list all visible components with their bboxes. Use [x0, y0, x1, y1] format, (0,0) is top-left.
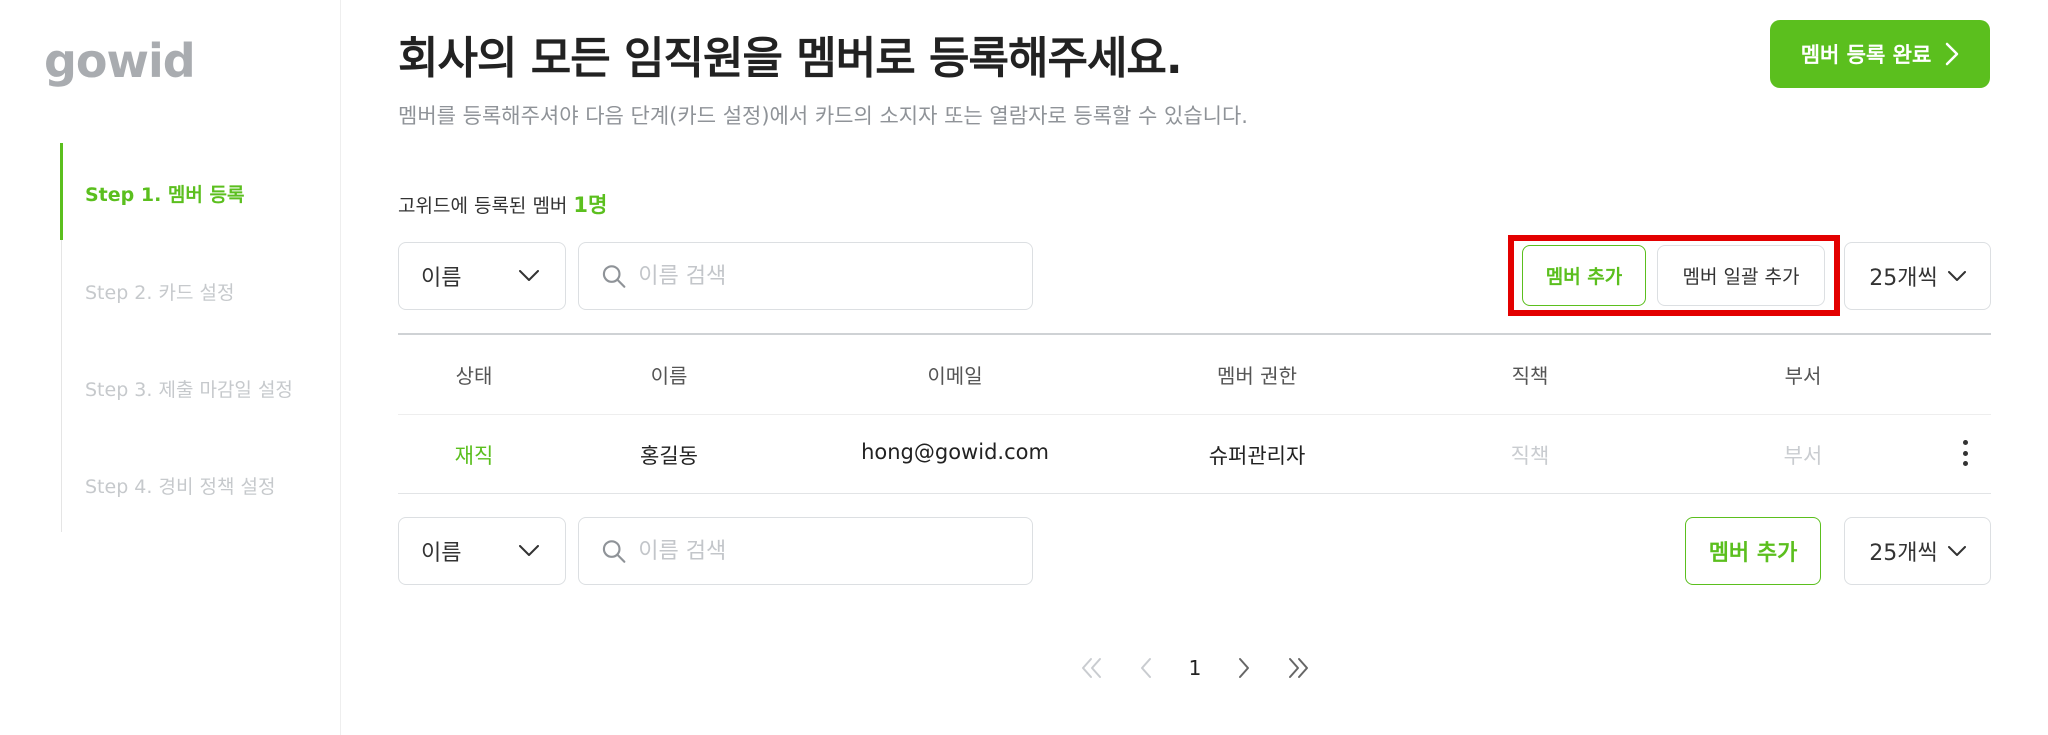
next-page-icon[interactable] — [1237, 656, 1251, 680]
member-count-value: 1명 — [573, 193, 608, 217]
page-title: 회사의 모든 임직원을 멤버로 등록해주세요. — [398, 33, 1183, 84]
column-header-position: 직책 — [1511, 364, 1549, 388]
search-input-top[interactable] — [636, 262, 1010, 290]
column-header-email: 이메일 — [927, 364, 983, 388]
field-select-top[interactable]: 이름 — [398, 242, 566, 310]
active-step-indicator — [60, 143, 63, 240]
per-page-value: 25개씩 — [1869, 266, 1938, 291]
step-deadline-settings[interactable]: Step 3. 제출 마감일 설정 — [85, 375, 293, 402]
column-header-department: 부서 — [1784, 364, 1822, 388]
search-box-top[interactable] — [578, 242, 1033, 310]
search-input-bottom[interactable] — [636, 537, 1010, 565]
prev-page-icon[interactable] — [1139, 656, 1153, 680]
chevron-down-icon — [1947, 545, 1966, 556]
per-page-select-top[interactable]: 25개씩 — [1844, 242, 1991, 310]
field-select-value: 이름 — [421, 266, 462, 291]
chevron-down-icon — [519, 270, 539, 281]
page-subtitle: 멤버를 등록해주셔야 다음 단계(카드 설정)에서 카드의 소지자 또는 열람자… — [398, 104, 1248, 128]
gowid-logo[interactable]: gowid — [44, 34, 196, 88]
column-header-status: 상태 — [455, 364, 493, 388]
chevron-down-icon — [519, 545, 539, 556]
add-member-button-top[interactable]: 멤버 추가 — [1522, 245, 1646, 306]
per-page-select-bottom[interactable]: 25개씩 — [1844, 517, 1991, 585]
search-icon — [602, 265, 626, 288]
step-card-settings[interactable]: Step 2. 카드 설정 — [85, 278, 234, 305]
column-header-name: 이름 — [650, 364, 688, 388]
search-icon — [602, 540, 626, 563]
add-member-button-bottom[interactable]: 멤버 추가 — [1685, 517, 1821, 585]
chevron-right-icon — [1946, 42, 1959, 66]
cell-department: 부서 — [1783, 444, 1823, 468]
more-options-icon[interactable] — [1960, 440, 1970, 466]
last-page-icon[interactable] — [1286, 656, 1310, 680]
step-member-registration[interactable]: Step 1. 멤버 등록 — [85, 180, 244, 207]
complete-registration-button[interactable]: 멤버 등록 완료 — [1770, 20, 1990, 88]
table-bottom-border — [398, 493, 1991, 494]
cell-position: 직책 — [1510, 444, 1550, 468]
column-header-role: 멤버 권한 — [1217, 364, 1297, 388]
current-page[interactable]: 1 — [1189, 656, 1202, 680]
member-count-label: 고위드에 등록된 멤버 — [398, 195, 568, 217]
per-page-value: 25개씩 — [1869, 541, 1938, 566]
table-top-border — [398, 333, 1991, 335]
cell-name: 홍길동 — [640, 444, 698, 468]
table-header-divider — [398, 414, 1991, 415]
first-page-icon[interactable] — [1080, 656, 1104, 680]
complete-registration-label: 멤버 등록 완료 — [1800, 43, 1932, 67]
field-select-value: 이름 — [421, 541, 462, 566]
cell-email: hong@gowid.com — [861, 440, 1049, 464]
search-box-bottom[interactable] — [578, 517, 1033, 585]
step-expense-policy[interactable]: Step 4. 경비 정책 설정 — [85, 472, 275, 499]
bulk-add-member-button[interactable]: 멤버 일괄 추가 — [1657, 245, 1825, 306]
cell-role: 슈퍼관리자 — [1208, 444, 1306, 468]
sidebar: gowid Step 1. 멤버 등록 Step 2. 카드 설정 Step 3… — [0, 0, 341, 735]
chevron-down-icon — [1947, 270, 1966, 281]
pagination: 1 — [1080, 650, 1310, 686]
cell-status: 재직 — [454, 444, 494, 468]
member-count: 고위드에 등록된 멤버 1명 — [398, 189, 607, 219]
field-select-bottom[interactable]: 이름 — [398, 517, 566, 585]
